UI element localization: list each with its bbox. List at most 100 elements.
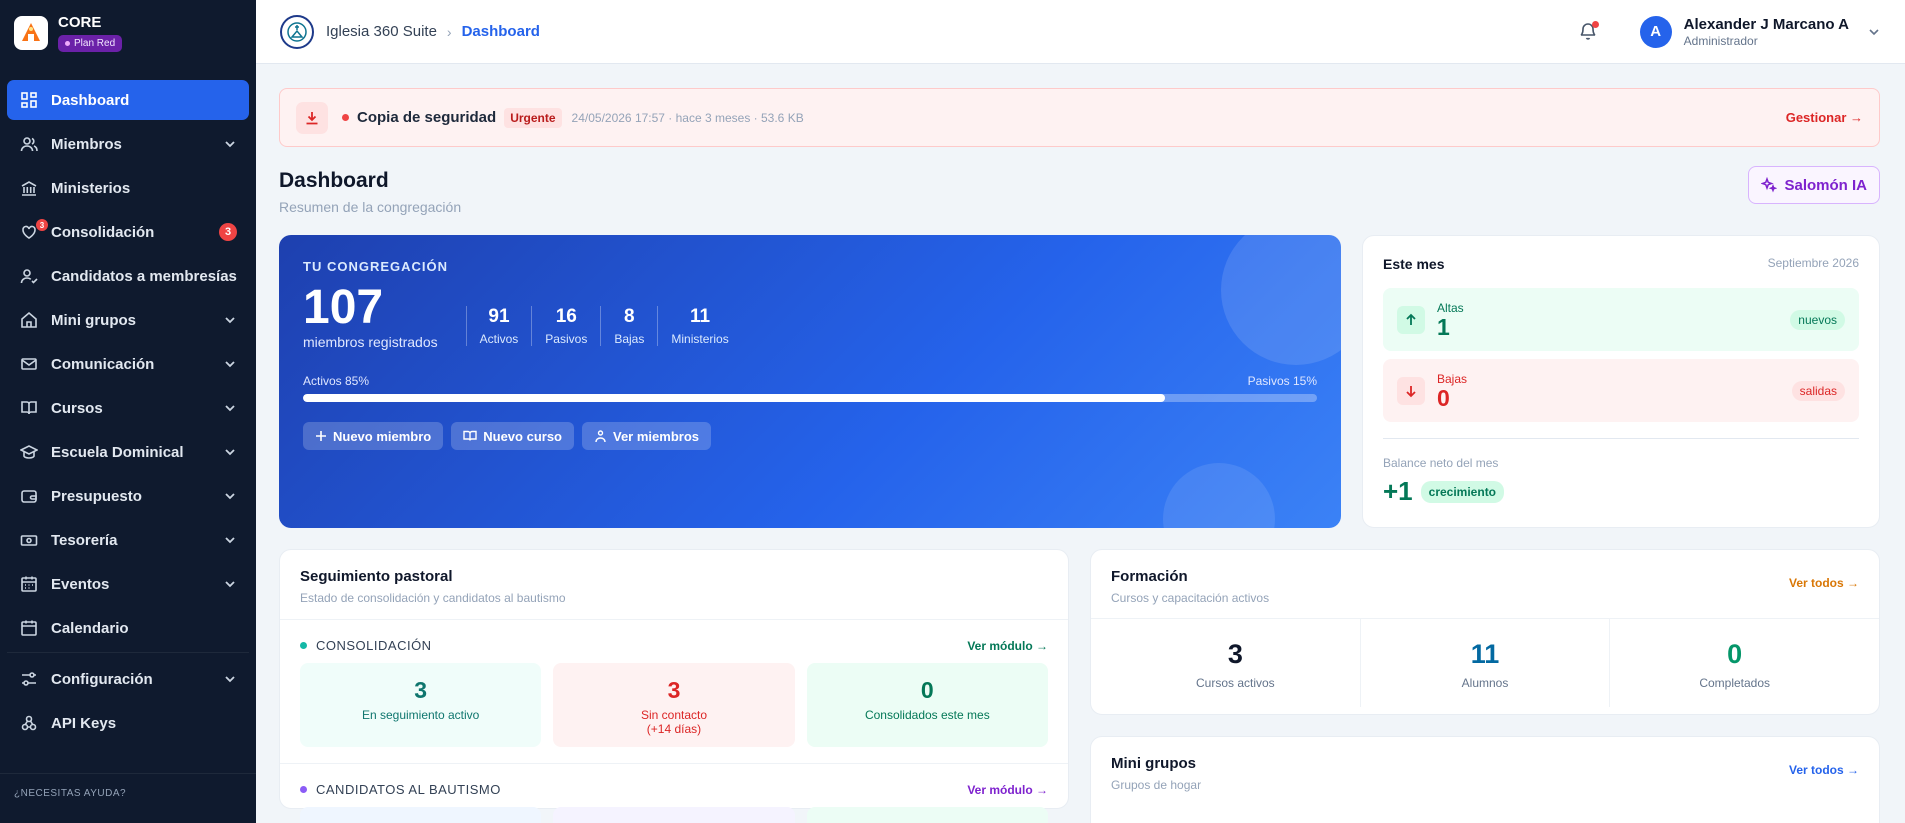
book-open-icon: [463, 430, 477, 441]
chevron-down-icon: [225, 141, 235, 148]
plus-icon: [316, 431, 326, 441]
this-month-date: Septiembre 2026: [1767, 256, 1859, 270]
sidebar-item-consolidacion[interactable]: 3 Consolidación 3: [7, 212, 249, 252]
chevron-down-icon: [225, 361, 235, 368]
webhook-icon: [19, 713, 39, 733]
tile-seguimiento[interactable]: 3 En seguimiento activo: [300, 663, 542, 747]
stat-pasivos: 16 Pasivos: [531, 306, 600, 346]
active-percent-label: Activos 85%: [303, 374, 370, 388]
sidebar-item-label: Consolidación: [51, 223, 155, 241]
bautismo-tile[interactable]: [300, 807, 542, 823]
sidebar-item-dashboard[interactable]: Dashboard: [7, 80, 249, 120]
bajas-pill: salidas: [1791, 380, 1845, 401]
new-course-button[interactable]: Nuevo curso: [451, 422, 574, 450]
new-member-label: Nuevo miembro: [333, 428, 432, 444]
active-progress-fill: [303, 394, 1165, 402]
sidebar-item-eventos[interactable]: Eventos: [7, 564, 249, 604]
user-check-icon: [19, 266, 39, 286]
section-dot: [300, 786, 307, 793]
minigrupos-view-all-link[interactable]: Ver todos →: [1789, 763, 1859, 777]
sidebar-item-api-keys[interactable]: API Keys: [7, 703, 249, 743]
users-icon: [19, 134, 39, 154]
balance-row: +1 crecimiento: [1383, 476, 1859, 507]
breadcrumb-root[interactable]: Iglesia 360 Suite: [326, 23, 437, 40]
plan-dot: [65, 40, 70, 46]
consolidacion-count-badge: 3: [219, 223, 237, 241]
sidebar-item-ministerios[interactable]: Ministerios: [7, 168, 249, 208]
sidebar-item-cursos[interactable]: Cursos: [7, 388, 249, 428]
salomon-ia-button[interactable]: Salomón IA: [1748, 166, 1880, 204]
chevron-down-icon: [225, 405, 235, 412]
minigrupos-title: Mini grupos: [1111, 755, 1196, 772]
icon-notification-badge: 3: [36, 219, 48, 231]
sidebar-item-comunicacion[interactable]: Comunicación: [7, 344, 249, 384]
sidebar-item-miembros[interactable]: Miembros: [7, 124, 249, 164]
sidebar-item-label: Dashboard: [51, 91, 130, 109]
bottom-row: Seguimiento pastoral Estado de consolida…: [279, 549, 1880, 823]
stat-label: Cursos activos: [1195, 676, 1275, 690]
bajas-box: Bajas 0 salidas: [1383, 359, 1859, 422]
sidebar-item-label: Escuela Dominical: [51, 443, 184, 461]
congregation-label: TU CONGREGACIÓN: [303, 259, 448, 274]
top-header: Iglesia 360 Suite › Dashboard A Alexande…: [256, 0, 1905, 64]
arrow-up-icon: [1397, 305, 1425, 334]
sidebar-item-calendario[interactable]: Calendario: [7, 608, 249, 648]
salomon-ia-label: Salomón IA: [1784, 176, 1867, 194]
total-members: 107: [303, 281, 384, 334]
bautismo-tile[interactable]: [553, 807, 795, 823]
app-logo-icon: [14, 15, 48, 50]
formacion-header: Formación Cursos y capacitación activos …: [1111, 568, 1859, 605]
new-course-label: Nuevo curso: [483, 428, 562, 444]
tile-label-secondary: (+14 días): [646, 722, 702, 736]
stat-value: 0: [1727, 639, 1743, 669]
download-icon[interactable]: [296, 101, 328, 134]
chevron-down-icon: [1869, 28, 1879, 35]
congregation-actions: Nuevo miembro Nuevo curso Ver miembros: [303, 422, 1317, 450]
grid-icon: [19, 90, 39, 110]
decorative-circle: [1163, 463, 1275, 528]
pastoral-subtitle: Estado de consolidación y candidatos al …: [300, 591, 566, 605]
manage-backup-link[interactable]: Gestionar →: [1786, 110, 1863, 125]
consolidacion-module-link[interactable]: Ver módulo →: [967, 639, 1048, 653]
sparkles-icon: [1761, 177, 1778, 193]
consolidacion-section-header: CONSOLIDACIÓN Ver módulo →: [300, 638, 1048, 653]
divider: [1383, 438, 1859, 439]
chevron-down-icon: [225, 317, 235, 324]
tile-value: 0: [920, 677, 934, 703]
progress-labels: Activos 85% Pasivos 15%: [303, 374, 1317, 388]
user-role: Administrador: [1683, 33, 1758, 48]
total-members-label: miembros registrados: [303, 334, 438, 350]
bautismo-section-header: CANDIDATOS AL BAUTISMO Ver módulo →: [300, 782, 1048, 797]
sidebar-item-escuela-dominical[interactable]: Escuela Dominical: [7, 432, 249, 472]
sidebar-item-mini-grupos[interactable]: Mini grupos: [7, 300, 249, 340]
chevron-down-icon: [225, 449, 235, 456]
page-header: Dashboard Resumen de la congregación Sal…: [279, 166, 1880, 215]
view-members-button[interactable]: Ver miembros: [582, 422, 711, 450]
right-column: Formación Cursos y capacitación activos …: [1090, 549, 1880, 823]
sliders-icon: [19, 669, 39, 689]
congregation-stats: 107 miembros registrados 91 Activos 16 P…: [303, 281, 1317, 351]
arrow-down-icon: [1397, 376, 1425, 405]
user-menu[interactable]: A Alexander J Marcano A Administrador: [1639, 15, 1881, 48]
formacion-view-all-link[interactable]: Ver todos →: [1789, 576, 1859, 590]
bautismo-module-link[interactable]: Ver módulo →: [967, 783, 1048, 797]
tile-consolidados[interactable]: 0 Consolidados este mes: [806, 663, 1048, 747]
formacion-title: Formación: [1111, 568, 1188, 585]
altas-box: Altas 1 nuevos: [1383, 288, 1859, 351]
pastoral-card: Seguimiento pastoral Estado de consolida…: [279, 549, 1069, 823]
balance-label: Balance neto del mes: [1383, 456, 1499, 470]
sidebar-item-label: Cursos: [51, 399, 103, 417]
main-content: Copia de seguridad Urgente 24/05/2026 17…: [279, 88, 1880, 823]
tile-sin-contacto[interactable]: 3 Sin contacto (+14 días): [553, 663, 795, 747]
stat-value: 11: [1470, 639, 1500, 669]
bautismo-tile[interactable]: [806, 807, 1048, 823]
bajas-label: Bajas: [1437, 371, 1468, 386]
stat-label: Pasivos: [545, 332, 588, 346]
sidebar-item-presupuesto[interactable]: Presupuesto: [7, 476, 249, 516]
balance-pill: crecimiento: [1420, 480, 1505, 503]
sidebar-item-candidatos[interactable]: Candidatos a membresías: [7, 256, 249, 296]
sidebar-item-tesoreria[interactable]: Tesorería: [7, 520, 249, 560]
sidebar-item-configuracion[interactable]: Configuración: [7, 659, 249, 699]
notifications-bell-icon[interactable]: [1578, 20, 1600, 43]
new-member-button[interactable]: Nuevo miembro: [303, 422, 444, 450]
